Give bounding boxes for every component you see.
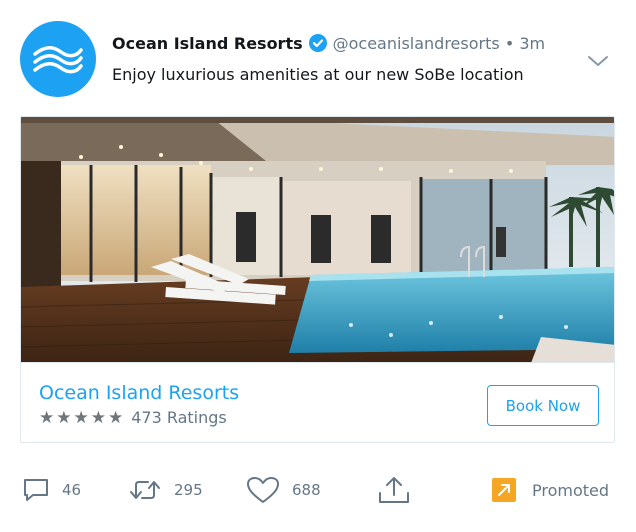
website-card[interactable]: Ocean Island Resorts ★★★★★ 473 Ratings Bo… bbox=[20, 116, 615, 443]
card-title[interactable]: Ocean Island Resorts bbox=[39, 381, 239, 405]
reply-action[interactable]: 46 bbox=[22, 470, 81, 510]
promoted-icon bbox=[492, 478, 516, 502]
tweet-header: Ocean Island Resorts @oceanislandresorts … bbox=[112, 34, 566, 57]
like-icon bbox=[247, 477, 279, 503]
author-handle[interactable]: @oceanislandresorts bbox=[333, 34, 500, 53]
like-count: 688 bbox=[292, 481, 321, 499]
rating-count: 473 Ratings bbox=[131, 408, 227, 427]
tweet-actions: 46 295 688 Promoted bbox=[0, 470, 636, 510]
waves-logo-icon bbox=[33, 46, 83, 74]
book-now-button[interactable]: Book Now bbox=[487, 385, 599, 426]
reply-count: 46 bbox=[62, 481, 82, 499]
avatar[interactable] bbox=[20, 21, 96, 97]
rating: ★★★★★ 473 Ratings bbox=[39, 408, 227, 428]
verified-badge-icon bbox=[308, 34, 327, 57]
share-action[interactable] bbox=[376, 470, 412, 510]
chevron-down-icon[interactable] bbox=[586, 49, 610, 73]
timestamp[interactable]: 3m bbox=[519, 34, 545, 53]
star-rating: ★★★★★ bbox=[39, 408, 126, 428]
tweet-text: Enjoy luxurious amenities at our new SoB… bbox=[112, 65, 524, 84]
share-icon bbox=[379, 477, 409, 503]
retweet-icon bbox=[130, 481, 160, 499]
retweet-count: 295 bbox=[174, 481, 203, 499]
separator-dot: • bbox=[504, 34, 515, 53]
retweet-action[interactable]: 295 bbox=[128, 470, 203, 510]
promoted-indicator[interactable]: Promoted bbox=[492, 470, 609, 510]
like-action[interactable]: 688 bbox=[246, 470, 321, 510]
promoted-label: Promoted bbox=[532, 480, 610, 500]
reply-icon bbox=[24, 479, 48, 501]
author-name[interactable]: Ocean Island Resorts bbox=[112, 34, 303, 53]
resort-photo[interactable] bbox=[21, 117, 614, 363]
